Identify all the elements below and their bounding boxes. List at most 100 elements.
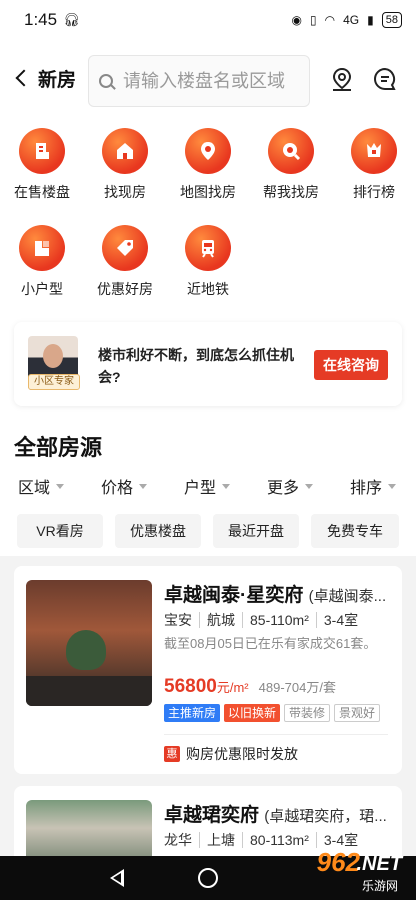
filter-bar: 区域 价格 户型 更多 排序 bbox=[0, 474, 416, 500]
caret-down-icon bbox=[222, 483, 231, 489]
search-input[interactable] bbox=[123, 70, 303, 92]
system-nav-bar: 962 .NET 乐游网 bbox=[0, 847, 416, 900]
badge-good-view: 景观好 bbox=[334, 704, 381, 722]
signal-bars-icon: ▮ bbox=[367, 13, 374, 27]
filter-label: 价格 bbox=[101, 480, 134, 497]
back-button[interactable]: 新房 bbox=[14, 65, 78, 92]
expert-consult-card[interactable]: 小区专家 楼市利好不断，到底怎么抓住机会? 在线咨询 bbox=[14, 322, 402, 406]
category-help-find[interactable]: 帮我找房 bbox=[251, 128, 331, 202]
metro-icon bbox=[185, 225, 231, 271]
listing-title: 卓越珺奕府 (卓越珺奕府，珺... bbox=[164, 800, 389, 827]
category-map-search[interactable]: 地图找房 bbox=[168, 128, 248, 202]
map-pin-icon bbox=[185, 128, 231, 174]
online-consult-button[interactable]: 在线咨询 bbox=[314, 350, 388, 380]
listing-promo[interactable]: 惠 购房优惠限时发放 bbox=[164, 744, 298, 764]
category-label: 排行榜 bbox=[353, 184, 395, 200]
promo-text: 购房优惠限时发放 bbox=[186, 746, 298, 762]
category-label: 地图找房 bbox=[180, 184, 236, 200]
badge-featured: 主推新房 bbox=[164, 704, 221, 722]
category-label: 小户型 bbox=[21, 281, 63, 297]
category-label: 帮我找房 bbox=[263, 184, 319, 200]
search-box[interactable] bbox=[88, 55, 310, 107]
listing-meta: 宝安 航城 85-110m² 3-4室 bbox=[164, 610, 359, 630]
listing-badges: 主推新房 以旧换新 带装修 景观好 bbox=[164, 704, 381, 722]
listing-size: 85-110m² bbox=[242, 612, 309, 628]
category-discount[interactable]: 优惠好房 bbox=[85, 225, 165, 299]
chevron-left-icon bbox=[15, 69, 33, 87]
message-icon[interactable] bbox=[372, 66, 398, 92]
listing-price: 56800元/m² 489-704万/套 bbox=[164, 676, 336, 698]
listing-name: 卓越珺奕府 bbox=[164, 805, 260, 826]
category-label: 近地铁 bbox=[187, 281, 229, 297]
caret-down-icon bbox=[139, 483, 148, 489]
listing-size: 80-113m² bbox=[242, 832, 309, 848]
building-icon bbox=[19, 128, 65, 174]
total-price: 489-704万/套 bbox=[258, 680, 336, 695]
filter-district[interactable]: 区域 bbox=[18, 474, 65, 498]
caret-down-icon bbox=[388, 483, 397, 489]
filter-label: 户型 bbox=[184, 480, 217, 497]
listing-alias: (卓越闽泰... bbox=[308, 588, 387, 605]
price-unit: 元/m² bbox=[216, 680, 249, 695]
listing-title: 卓越闽泰·星奕府 (卓越闽泰... bbox=[164, 580, 389, 607]
tag-recent-launch[interactable]: 最近开盘 bbox=[213, 514, 299, 548]
listing-card[interactable]: 卓越闽泰·星奕府 (卓越闽泰... 宝安 航城 85-110m² 3-4室 截至08月… bbox=[14, 566, 402, 774]
listing-district: 宝安 bbox=[164, 612, 192, 628]
discount-tag-icon bbox=[102, 225, 148, 271]
small-unit-icon bbox=[19, 225, 65, 271]
magnifier-icon bbox=[268, 128, 314, 174]
wifi-icon: ◠ bbox=[324, 13, 336, 27]
filter-price[interactable]: 价格 bbox=[101, 474, 148, 498]
listing-rooms: 3-4室 bbox=[315, 832, 359, 848]
nav-back-icon-inner bbox=[113, 873, 121, 883]
filter-sort[interactable]: 排序 bbox=[350, 474, 397, 498]
signal-label: 4G bbox=[343, 13, 360, 27]
watermark-net: .NET bbox=[356, 853, 402, 875]
listing-area: 上塘 bbox=[199, 832, 235, 848]
ranking-icon bbox=[351, 128, 397, 174]
vibrate-icon: ▯ bbox=[310, 13, 317, 27]
location-icon[interactable] bbox=[329, 66, 355, 92]
caret-down-icon bbox=[56, 483, 65, 489]
filter-label: 区域 bbox=[18, 480, 51, 497]
category-label: 优惠好房 bbox=[97, 281, 153, 297]
status-time: 1:45 bbox=[24, 10, 58, 29]
headphone-icon: 🎧︎ bbox=[63, 12, 80, 27]
category-ready-house[interactable]: 找现房 bbox=[85, 128, 165, 202]
filter-more[interactable]: 更多 bbox=[267, 474, 314, 498]
search-icon bbox=[99, 74, 113, 88]
listing-district: 龙华 bbox=[164, 832, 192, 848]
nav-home-icon[interactable] bbox=[198, 868, 218, 888]
expert-badge: 小区专家 bbox=[28, 374, 80, 390]
listing-name: 卓越闽泰·星奕府 bbox=[164, 585, 304, 606]
category-small-unit[interactable]: 小户型 bbox=[2, 225, 82, 299]
listing-rooms: 3-4室 bbox=[315, 612, 359, 628]
badge-trade-in: 以旧换新 bbox=[224, 704, 281, 722]
category-label: 在售楼盘 bbox=[14, 184, 70, 200]
listing-area: 航城 bbox=[199, 612, 235, 628]
header: 新房 bbox=[0, 52, 416, 107]
listing-image bbox=[26, 580, 152, 706]
category-on-sale[interactable]: 在售楼盘 bbox=[2, 128, 82, 202]
category-label: 找现房 bbox=[104, 184, 146, 200]
filter-label: 更多 bbox=[267, 480, 300, 497]
divider bbox=[164, 734, 388, 735]
page-title: 新房 bbox=[38, 69, 77, 91]
tag-discount-projects[interactable]: 优惠楼盘 bbox=[115, 514, 201, 548]
category-near-metro[interactable]: 近地铁 bbox=[168, 225, 248, 299]
eye-icon: ◉ bbox=[291, 13, 303, 27]
badge-decorated: 带装修 bbox=[284, 704, 331, 722]
listing-desc: 截至08月05日已在乐有家成交61套。 bbox=[164, 636, 377, 651]
quick-tags: VR看房 优惠楼盘 最近开盘 免费专车 bbox=[0, 514, 416, 550]
watermark-logo: 962 .NET 乐游网 bbox=[278, 847, 408, 896]
filter-label: 排序 bbox=[350, 480, 383, 497]
watermark-sub: 乐游网 bbox=[361, 879, 398, 893]
house-icon bbox=[102, 128, 148, 174]
filter-layout[interactable]: 户型 bbox=[184, 474, 231, 498]
status-icons: ◉ ▯ ◠ 4G ▮ 58 bbox=[292, 12, 402, 28]
discount-icon: 惠 bbox=[164, 746, 180, 762]
tag-vr-tour[interactable]: VR看房 bbox=[17, 514, 103, 548]
category-ranking[interactable]: 排行榜 bbox=[334, 128, 414, 202]
battery-indicator: 58 bbox=[381, 12, 402, 28]
tag-free-shuttle[interactable]: 免费专车 bbox=[311, 514, 399, 548]
